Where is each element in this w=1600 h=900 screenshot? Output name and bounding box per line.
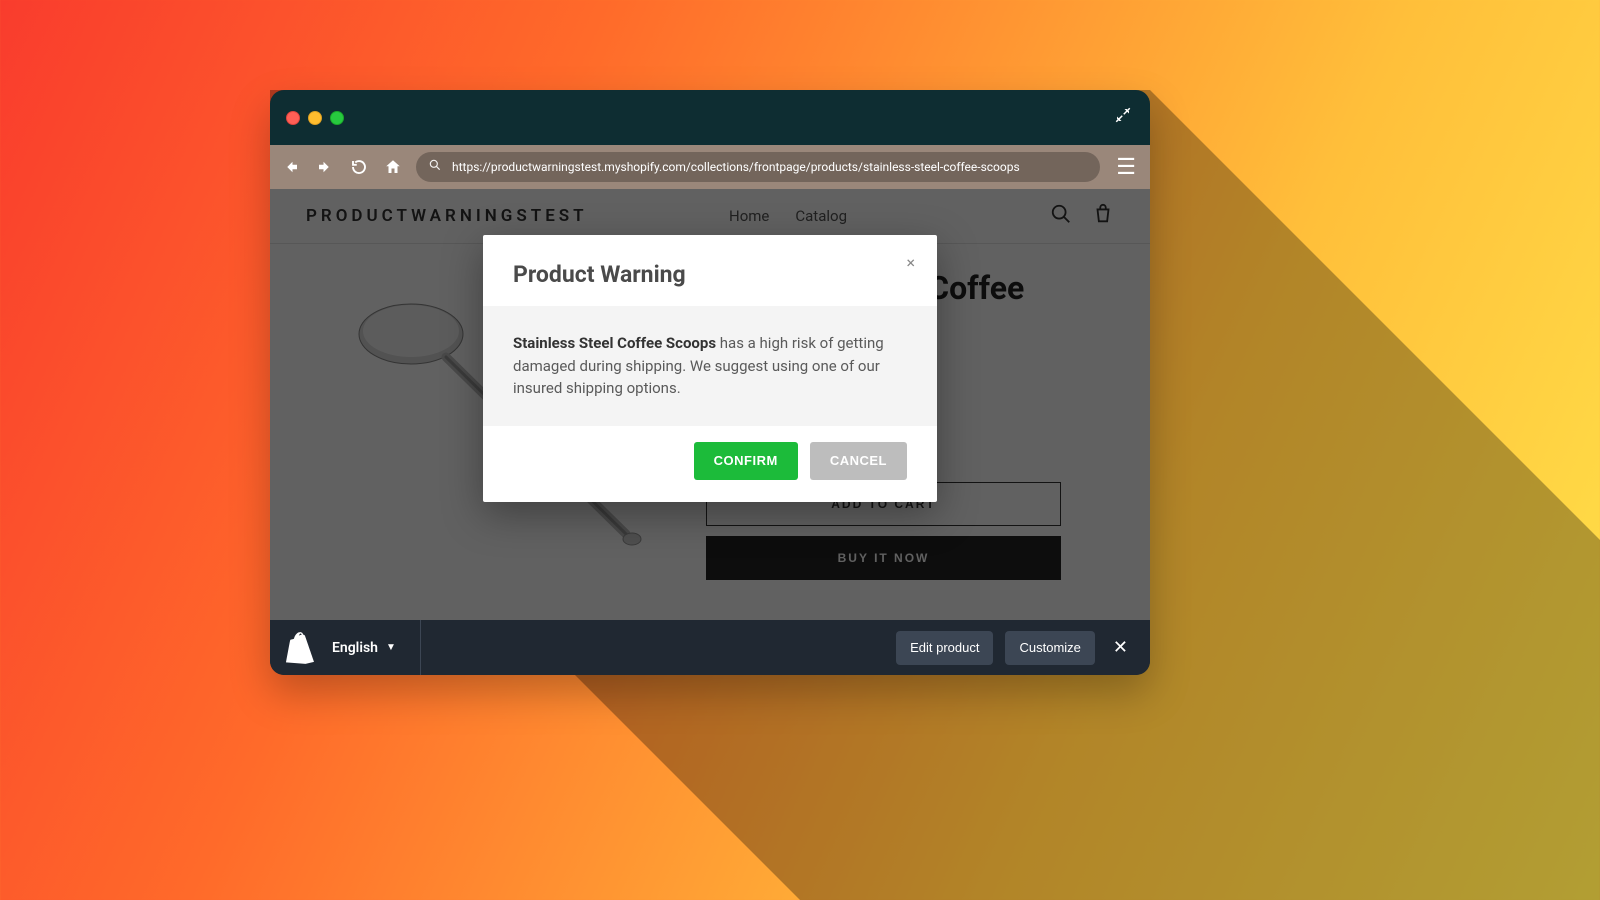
back-icon[interactable]	[280, 158, 302, 176]
reload-icon[interactable]	[348, 158, 370, 176]
forward-icon[interactable]	[314, 158, 336, 176]
customize-button[interactable]: Customize	[1005, 631, 1094, 665]
language-label: English	[332, 640, 378, 656]
fullscreen-icon[interactable]	[1114, 106, 1132, 129]
modal-body: Stainless Steel Coffee Scoops has a high…	[483, 306, 937, 426]
modal-footer: CONFIRM CANCEL	[483, 426, 937, 502]
close-icon[interactable]: ×	[906, 253, 915, 272]
search-icon	[428, 158, 442, 176]
home-icon[interactable]	[382, 158, 404, 176]
close-window-icon[interactable]	[286, 111, 300, 125]
browser-window: https://productwarningstest.myshopify.co…	[270, 90, 1150, 675]
close-icon[interactable]: ✕	[1107, 637, 1134, 658]
shopify-admin-bar: English ▼ Edit product Customize ✕	[270, 620, 1150, 675]
modal-title: Product Warning	[513, 261, 907, 288]
menu-icon[interactable]: ☰	[1112, 155, 1140, 180]
modal-header: Product Warning ×	[483, 235, 937, 306]
minimize-window-icon[interactable]	[308, 111, 322, 125]
address-bar[interactable]: https://productwarningstest.myshopify.co…	[416, 152, 1100, 182]
cancel-button[interactable]: CANCEL	[810, 442, 907, 480]
edit-product-button[interactable]: Edit product	[896, 631, 993, 665]
maximize-window-icon[interactable]	[330, 111, 344, 125]
language-selector[interactable]: English ▼	[332, 620, 421, 675]
window-titlebar	[270, 90, 1150, 145]
product-warning-modal: Product Warning × Stainless Steel Coffee…	[483, 235, 937, 502]
browser-toolbar: https://productwarningstest.myshopify.co…	[270, 145, 1150, 189]
confirm-button[interactable]: CONFIRM	[694, 442, 798, 480]
page-content: PRODUCTWARNINGSTEST Home Catalog	[270, 189, 1150, 620]
traffic-lights	[286, 111, 344, 125]
address-bar-url: https://productwarningstest.myshopify.co…	[452, 160, 1020, 174]
shopify-logo-icon[interactable]	[286, 631, 316, 665]
modal-product-name: Stainless Steel Coffee Scoops	[513, 334, 716, 352]
chevron-down-icon: ▼	[386, 642, 396, 653]
